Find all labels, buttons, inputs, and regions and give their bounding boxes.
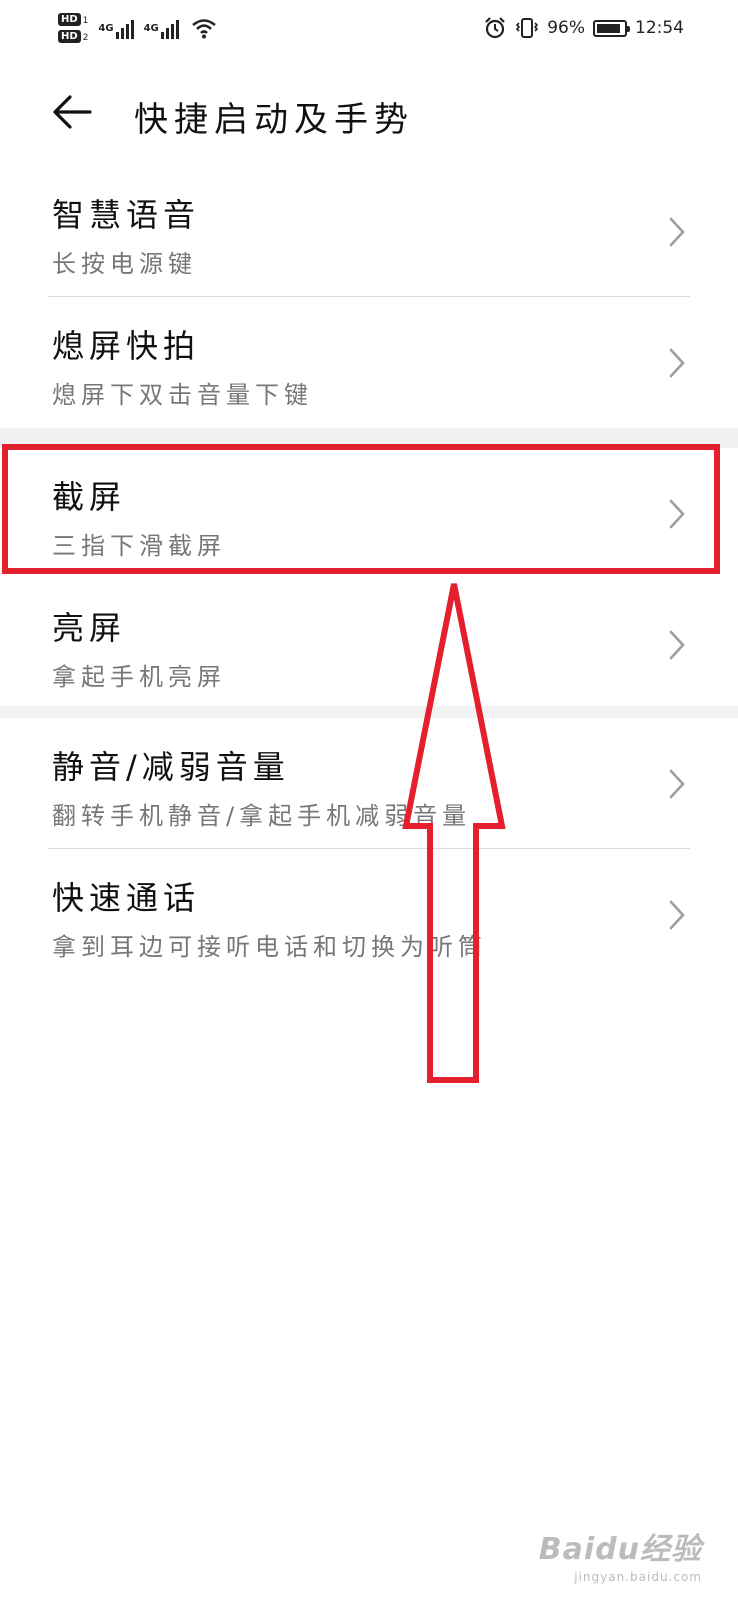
chevron-right-icon xyxy=(669,499,685,529)
back-arrow-icon xyxy=(53,95,92,129)
settings-group-3: 静音/减弱音量 翻转手机静音/拿起手机减弱音量 快速通话 拿到耳边可接听电话和切… xyxy=(0,718,738,980)
sim-indicators: HD 1 HD 2 xyxy=(58,13,88,43)
watermark-logo: Baidu经验 xyxy=(538,1532,702,1567)
signal-icon xyxy=(160,17,179,39)
wifi-icon xyxy=(191,17,217,39)
settings-group-2: 截屏 三指下滑截屏 亮屏 拿起手机亮屏 xyxy=(0,448,738,710)
sim1-number: 1 xyxy=(82,16,89,26)
signal-icon xyxy=(115,17,134,39)
sim2-number: 2 xyxy=(82,33,89,43)
net1-label: 4G xyxy=(98,23,114,34)
watermark-url: jingyan.baidu.com xyxy=(574,1570,702,1584)
item-title: 静音/减弱音量 xyxy=(52,748,290,786)
signal-2: 4G xyxy=(144,17,179,39)
net2-label: 4G xyxy=(143,23,159,34)
status-right: 96% 12:54 xyxy=(483,10,684,46)
page-title: 快捷启动及手势 xyxy=(134,100,414,140)
battery-percent: 96% xyxy=(547,18,585,38)
status-left: HD 1 HD 2 4G 4G xyxy=(58,8,217,48)
chevron-right-icon xyxy=(669,217,685,247)
list-item-screen-off-snapshot[interactable]: 熄屏快拍 熄屏下双击音量下键 xyxy=(0,297,738,428)
item-title: 截屏 xyxy=(52,478,127,516)
sim1-indicator: HD 1 xyxy=(58,13,88,26)
item-title: 智慧语音 xyxy=(52,196,201,234)
hd2-icon: HD xyxy=(58,30,81,43)
list-item-quick-call[interactable]: 快速通话 拿到耳边可接听电话和切换为听筒 xyxy=(0,849,738,980)
back-button[interactable] xyxy=(44,84,100,140)
item-title: 快速通话 xyxy=(52,879,201,917)
item-subtitle: 拿起手机亮屏 xyxy=(52,663,226,691)
app-header: 快捷启动及手势 xyxy=(0,70,738,154)
battery-fill xyxy=(597,23,620,33)
item-subtitle: 三指下滑截屏 xyxy=(52,532,226,560)
watermark: Baidu经验 jingyan.baidu.com xyxy=(539,1524,702,1584)
item-title: 熄屏快拍 xyxy=(52,327,201,365)
hd1-icon: HD xyxy=(58,13,81,26)
item-subtitle: 翻转手机静音/拿起手机减弱音量 xyxy=(52,802,472,830)
item-subtitle: 拿到耳边可接听电话和切换为听筒 xyxy=(52,933,487,961)
status-bar: HD 1 HD 2 4G 4G 96% 12:54 xyxy=(0,0,738,56)
signal-1: 4G xyxy=(98,17,134,39)
list-item-mute-volume[interactable]: 静音/减弱音量 翻转手机静音/拿起手机减弱音量 xyxy=(0,718,738,849)
item-title: 亮屏 xyxy=(52,609,127,647)
list-item-wake-screen[interactable]: 亮屏 拿起手机亮屏 xyxy=(0,579,738,710)
chevron-right-icon xyxy=(669,630,685,660)
battery-icon xyxy=(593,19,630,37)
clock: 12:54 xyxy=(635,18,684,38)
list-item-screenshot[interactable]: 截屏 三指下滑截屏 xyxy=(0,448,738,579)
chevron-right-icon xyxy=(669,348,685,378)
chevron-right-icon xyxy=(669,900,685,930)
group-separator xyxy=(0,428,738,448)
alarm-icon xyxy=(483,16,507,40)
item-subtitle: 长按电源键 xyxy=(52,250,197,278)
vibrate-icon xyxy=(515,16,539,40)
chevron-right-icon xyxy=(669,769,685,799)
item-subtitle: 熄屏下双击音量下键 xyxy=(52,381,313,409)
list-item-smart-voice[interactable]: 智慧语音 长按电源键 xyxy=(0,166,738,297)
settings-group-1: 智慧语音 长按电源键 熄屏快拍 熄屏下双击音量下键 xyxy=(0,166,738,428)
sim2-indicator: HD 2 xyxy=(58,30,88,43)
